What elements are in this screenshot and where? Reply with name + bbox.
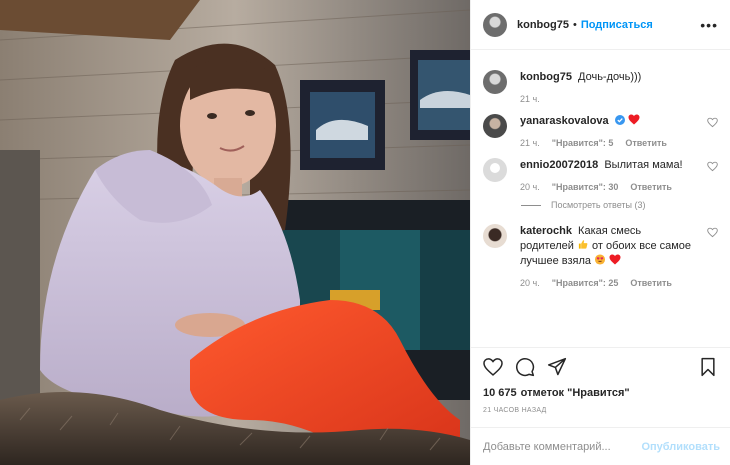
- post-time[interactable]: 21 часов назад: [483, 407, 718, 414]
- publish-button[interactable]: Опубликовать: [641, 441, 720, 453]
- caption-username[interactable]: konbog75: [520, 71, 572, 83]
- likes-number: 10 675: [483, 387, 517, 399]
- ellipsis-icon[interactable]: •••: [700, 17, 718, 33]
- commenter-avatar[interactable]: [483, 158, 507, 182]
- like-comment-heart-icon[interactable]: [707, 161, 718, 172]
- comment-likes[interactable]: "Нравится": 30: [552, 182, 619, 192]
- view-replies-button[interactable]: Посмотреть ответы (3): [521, 200, 718, 210]
- commenter-avatar[interactable]: [483, 114, 507, 138]
- commenter-username[interactable]: katerochk: [520, 225, 572, 237]
- follow-button[interactable]: Подписаться: [581, 19, 653, 31]
- verified-badge-icon: [614, 115, 625, 125]
- reply-button[interactable]: Ответить: [625, 138, 667, 148]
- comment-likes[interactable]: "Нравится": 25: [552, 278, 619, 288]
- heart-icon[interactable]: [483, 357, 503, 377]
- share-icon[interactable]: [547, 357, 567, 377]
- red-heart-emoji-icon: [609, 254, 621, 265]
- action-icons: [483, 356, 718, 378]
- comment-time[interactable]: 20 ч.: [520, 278, 540, 288]
- comments-list[interactable]: konbog75 Дочь-дочь))) 21 ч. yanaraskoval…: [471, 50, 730, 347]
- like-comment-heart-icon[interactable]: [707, 117, 718, 128]
- heart-eyes-emoji-icon: [595, 254, 606, 265]
- thumbs-up-emoji-icon: [578, 240, 588, 249]
- comment-likes[interactable]: "Нравится": 5: [552, 138, 614, 148]
- author-username[interactable]: konbog75: [517, 19, 569, 31]
- commenter-username[interactable]: yanaraskovalova: [520, 115, 609, 127]
- caption: konbog75 Дочь-дочь))) 21 ч.: [483, 70, 718, 104]
- comment-item: ennio20072018 Вылитая мама! 20 ч. "Нрави…: [483, 158, 718, 192]
- comment-input[interactable]: [483, 440, 642, 453]
- comment-item: yanaraskovalova 21 ч. "Нравится": 5 Отве…: [483, 114, 718, 148]
- likes-label: отметок "Нравится": [520, 387, 630, 399]
- commenter-avatar[interactable]: [483, 224, 507, 248]
- separator-dot: •: [572, 18, 577, 31]
- comment-text: Вылитая мама!: [604, 159, 683, 171]
- reply-button[interactable]: Ответить: [630, 182, 672, 192]
- red-heart-emoji-icon: [628, 114, 640, 125]
- add-comment-bar: Опубликовать: [471, 427, 730, 465]
- view-replies-label[interactable]: Посмотреть ответы (3): [551, 200, 646, 210]
- comment-icon[interactable]: [515, 357, 535, 377]
- bookmark-icon[interactable]: [698, 357, 718, 377]
- caption-time[interactable]: 21 ч.: [520, 94, 540, 104]
- like-comment-heart-icon[interactable]: [707, 227, 718, 238]
- author-avatar[interactable]: [483, 12, 507, 37]
- comment-item: katerochk Какая смесь родителей от обоих…: [483, 224, 718, 288]
- commenter-username[interactable]: ennio20072018: [520, 159, 598, 171]
- comment-time[interactable]: 20 ч.: [520, 182, 540, 192]
- post-image: [0, 0, 470, 465]
- instagram-post: konbog75 • Подписаться ••• konbog75 Дочь…: [0, 0, 730, 465]
- reply-button[interactable]: Ответить: [630, 278, 672, 288]
- post-header: konbog75 • Подписаться •••: [471, 0, 730, 50]
- replies-divider: [521, 204, 541, 206]
- comment-time[interactable]: 21 ч.: [520, 138, 540, 148]
- post-photo[interactable]: [0, 0, 470, 465]
- caption-text: Дочь-дочь))): [578, 71, 642, 83]
- likes-count[interactable]: 10 675 отметок "Нравится": [483, 387, 718, 399]
- caption-avatar[interactable]: [483, 70, 507, 94]
- post-sidebar: konbog75 • Подписаться ••• konbog75 Дочь…: [470, 0, 730, 465]
